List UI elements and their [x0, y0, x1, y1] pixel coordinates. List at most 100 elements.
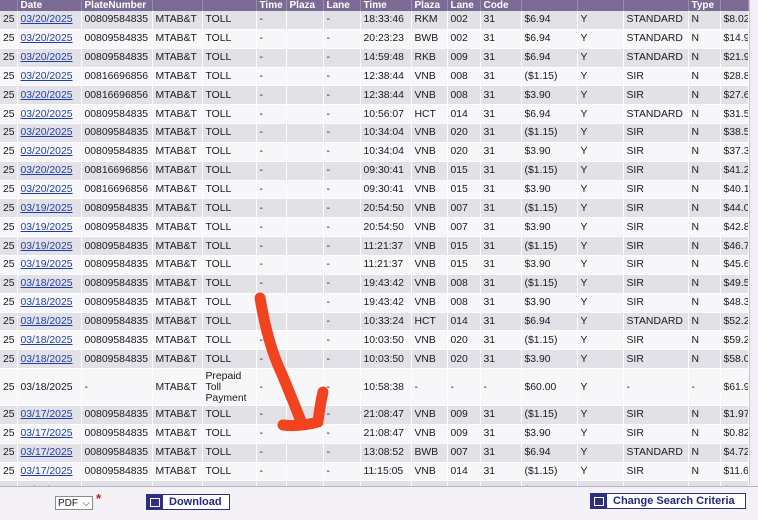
cell-plate-number: 00809584835 [81, 217, 153, 238]
cell-type: N [688, 217, 721, 238]
cell-code: 31 [480, 424, 522, 444]
cell-entry-plaza [286, 11, 324, 30]
transaction-date-link[interactable]: 03/20/2025 [21, 146, 73, 157]
cell-balance: $48.38 [720, 293, 749, 313]
transaction-date-link[interactable]: 03/18/2025 [21, 354, 73, 365]
cell-agency: MTAB&T [152, 443, 203, 463]
cell-agency: MTAB&T [152, 85, 203, 106]
cell-entry-plaza [286, 312, 324, 332]
transaction-date-link[interactable]: 03/17/2025 [21, 447, 73, 458]
cell-description: TOLL [202, 312, 257, 332]
cell-amount: $6.94 [521, 443, 578, 463]
cell-plate-number: 00816696856 [81, 180, 153, 200]
cell-amount: $3.90 [521, 349, 578, 370]
change-search-criteria-button[interactable]: Change Search Criteria [590, 493, 746, 509]
format-select[interactable]: PDF ⌵ [55, 496, 93, 510]
transaction-date-link[interactable]: 03/19/2025 [21, 222, 73, 233]
transaction-date-link[interactable]: 03/19/2025 [21, 241, 73, 252]
cell-amount: $6.94 [521, 312, 578, 332]
cell-plan: SIR [623, 161, 689, 181]
cell-exit-lane: 007 [447, 198, 481, 219]
cell-agency: MTAB&T [152, 104, 203, 125]
cell-type: N [688, 424, 721, 444]
column-header-date[interactable]: Date [17, 0, 82, 11]
transaction-date-link[interactable]: 03/19/2025 [21, 259, 73, 270]
transaction-date-link[interactable]: 03/19/2025 [21, 203, 73, 214]
cell-description: TOLL [202, 142, 257, 162]
cell-exit-time: 09:30:41 [360, 161, 412, 181]
transaction-date-link[interactable]: 03/17/2025 [21, 466, 73, 477]
cell-exit-time: 19:43:42 [360, 274, 412, 294]
table-row: 25 03/20/2025 00816696856 MTAB&T TOLL - -12:38… [0, 85, 749, 106]
cell-description: TOLL [202, 48, 257, 68]
cell-description: TOLL [202, 85, 257, 106]
transaction-date-link[interactable]: 03/20/2025 [21, 90, 73, 101]
cell-plan: SIR [623, 180, 689, 200]
cell-balance: $37.38 [720, 142, 749, 162]
cell-plan: SIR [623, 293, 689, 313]
transactions-table: Date PlateNumber Time Plaza Lane Time Pl… [0, 0, 749, 501]
table-row: 25 03/18/2025 00809584835 MTAB&T TOLL - -19:43… [0, 293, 749, 313]
cell-flag: Y [577, 104, 624, 125]
cell-exit-plaza: VNB [411, 293, 448, 313]
table-row: 25 03/19/2025 00809584835 MTAB&T TOLL - -11:21… [0, 255, 749, 275]
cell-flag: Y [577, 274, 624, 294]
cell-entry-plaza [286, 443, 324, 463]
cell-flag: Y [577, 48, 624, 68]
cell-description: TOLL [202, 255, 257, 275]
cell-entry-lane: - [323, 405, 361, 425]
cell-agency: MTAB&T [152, 198, 203, 219]
cell-code: 31 [480, 217, 522, 238]
download-button[interactable]: Download [146, 494, 230, 510]
cell-date: 03/18/2025 [17, 293, 82, 313]
cell-entry-time: - [256, 104, 287, 125]
cell-entry-lane: - [323, 48, 361, 68]
transaction-date-link[interactable]: 03/20/2025 [21, 52, 73, 63]
cell-amount: $3.90 [521, 255, 578, 275]
cell-exit-plaza: VNB [411, 349, 448, 370]
cell-plate-number: 00809584835 [81, 462, 153, 482]
cell-flag: Y [577, 312, 624, 332]
cell-exit-lane: 008 [447, 67, 481, 87]
cell-exit-time: 19:43:42 [360, 293, 412, 313]
transaction-date-link[interactable]: 03/20/2025 [21, 71, 73, 82]
transaction-date-link[interactable]: 03/20/2025 [21, 184, 73, 195]
cell-type: N [688, 180, 721, 200]
transaction-date-link[interactable]: 03/20/2025 [21, 165, 73, 176]
row-year-fragment: 25 [0, 443, 18, 463]
cell-amount: ($1.15) [521, 274, 578, 294]
transaction-date-link[interactable]: 03/18/2025 [21, 297, 73, 308]
transaction-date-link[interactable]: 03/18/2025 [21, 278, 73, 289]
table-row: 25 03/17/2025 00809584835 MTAB&T TOLL - -13:08… [0, 443, 749, 463]
row-year-fragment: 25 [0, 274, 18, 294]
cell-description: TOLL [202, 67, 257, 87]
cell-exit-lane: 008 [447, 274, 481, 294]
transaction-date-link[interactable]: 03/20/2025 [21, 109, 73, 120]
cell-exit-time: 21:08:47 [360, 405, 412, 425]
cell-exit-plaza: VNB [411, 180, 448, 200]
cell-date: 03/19/2025 [17, 217, 82, 238]
cell-plan: STANDARD [623, 312, 689, 332]
transaction-date-link[interactable]: 03/18/2025 [21, 316, 73, 327]
column-header [623, 0, 689, 11]
cell-agency: MTAB&T [152, 123, 203, 143]
transaction-date-link[interactable]: 03/17/2025 [21, 409, 73, 420]
cell-agency: MTAB&T [152, 67, 203, 87]
transaction-date-link[interactable]: 03/18/2025 [21, 335, 73, 346]
transaction-date-link[interactable]: 03/20/2025 [21, 14, 73, 25]
cell-entry-plaza [286, 293, 324, 313]
table-row: 25 03/17/2025 00809584835 MTAB&T TOLL - -21:08… [0, 424, 749, 444]
cell-exit-time: 14:59:48 [360, 48, 412, 68]
transaction-date-link[interactable]: 03/20/2025 [21, 127, 73, 138]
cell-amount: $3.90 [521, 85, 578, 106]
cell-exit-time: 10:58:38 [360, 368, 412, 407]
cell-amount: ($1.15) [521, 198, 578, 219]
transaction-date-link[interactable]: 03/17/2025 [21, 428, 73, 439]
transaction-date-link[interactable]: 03/20/2025 [21, 33, 73, 44]
cell-type: N [688, 142, 721, 162]
cell-exit-plaza: HCT [411, 104, 448, 125]
cell-entry-time: - [256, 236, 287, 256]
cell-date: 03/20/2025 [17, 67, 82, 87]
cell-type: N [688, 123, 721, 143]
cell-amount: ($1.15) [521, 161, 578, 181]
